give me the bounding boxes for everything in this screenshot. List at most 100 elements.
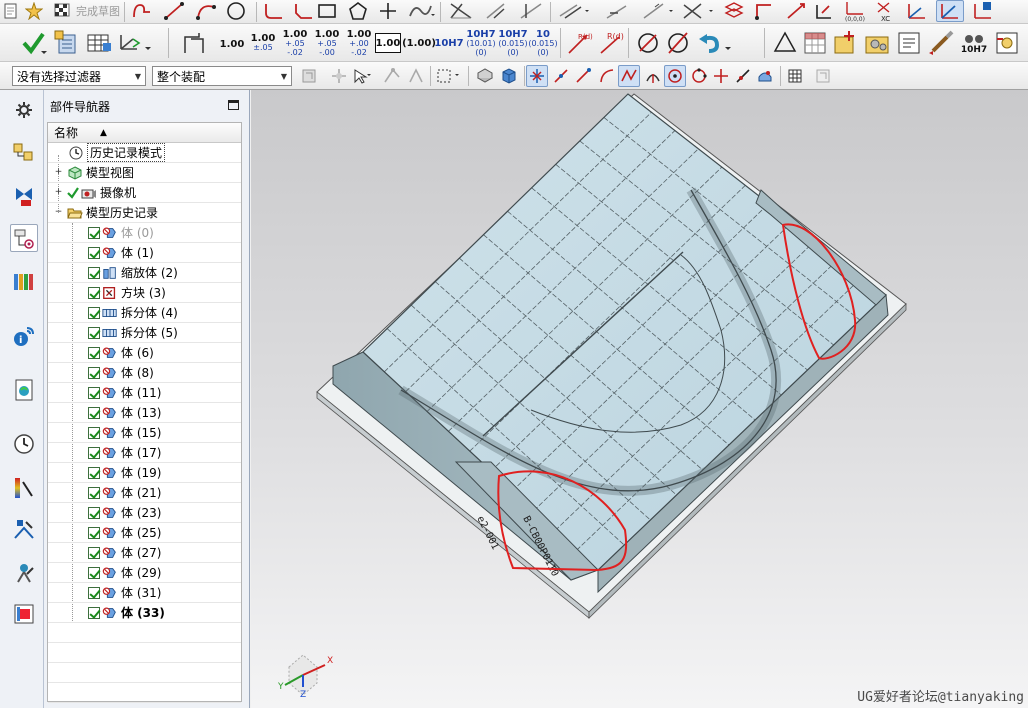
mirror-curve-icon[interactable] [602,0,632,22]
arc-icon[interactable] [194,0,218,22]
tree-node-history-mode[interactable]: 历史记录模式 [48,143,241,163]
datum-feature-icon[interactable] [770,28,800,58]
snap-point-on-surface-icon[interactable] [754,66,776,86]
offset-curve-icon[interactable] [556,0,592,22]
roles-icon[interactable] [10,560,38,588]
extend-icon[interactable] [482,0,512,22]
checkmark-icon[interactable] [18,28,48,58]
assembly-scope-dropdown[interactable]: 整个装配 ▼ [152,66,292,86]
graphics-window[interactable]: e2-001 B-CB00P0110 Y X Z UG爱好者论坛@tianyak… [251,90,1028,708]
diameter-through-icon[interactable] [664,28,692,58]
constraint-navigator-icon[interactable] [10,182,38,210]
system-materials-icon[interactable] [10,474,38,502]
constraint-arrow-icon[interactable] [784,0,808,22]
spline-icon[interactable] [406,0,436,22]
folder-parts-icon[interactable] [862,28,892,58]
derived-lines-icon[interactable] [722,0,746,22]
reference-dimension-button[interactable]: (1.00) [402,33,436,53]
feature-visibility-checkbox[interactable] [88,386,100,399]
chamfer-icon[interactable] [292,0,316,22]
palette-icon[interactable] [10,600,38,628]
feature-visibility-checkbox[interactable] [88,446,100,459]
part-navigator-tab-icon[interactable] [10,224,38,252]
auto-constraint-icon[interactable] [812,0,836,22]
feature-visibility-checkbox[interactable] [88,366,100,379]
snap-intersection-icon[interactable] [618,65,640,87]
radius-dimension-icon[interactable]: R(d) [564,28,594,58]
constraint-icon[interactable] [752,0,776,22]
feature-visibility-checkbox[interactable] [88,326,100,339]
snap-grid-icon[interactable] [784,66,806,86]
pattern-curve-icon[interactable] [640,0,676,22]
maximize-icon[interactable] [228,100,239,110]
feature-row[interactable]: 体 (19) [48,463,241,483]
feature-row[interactable]: 体 (11) [48,383,241,403]
brush-icon[interactable] [926,28,956,58]
feature-row[interactable]: 体 (31) [48,583,241,603]
finish-sketch-button[interactable]: 完成草图 [76,4,120,18]
wcs-origin-icon[interactable]: (0,0,0) [840,0,872,22]
select-parts-icon[interactable] [298,66,320,86]
tolerance-unilateral-plus-button[interactable]: 1.00 +.05 -.00 [312,27,342,59]
tolerance-nominal-button[interactable]: 1.00 [218,32,246,56]
note-icon[interactable] [894,28,924,58]
feature-visibility-checkbox[interactable] [88,406,100,419]
select-face-icon[interactable] [406,66,426,86]
snap-off-icon[interactable] [812,66,834,86]
select-snap-icon[interactable] [328,66,350,86]
general-selection-icon[interactable] [350,66,374,86]
selection-filter-dropdown[interactable]: 没有选择过滤器 ▼ [12,66,146,86]
feature-row[interactable]: 体 (1) [48,243,241,263]
radius-foreshortened-icon[interactable]: R(d) [594,28,628,58]
fit-tolerance-button[interactable]: 10H7 (0.015) (0) [498,27,528,59]
feature-visibility-checkbox[interactable] [88,546,100,559]
feature-visibility-checkbox[interactable] [88,606,100,619]
gear-icon[interactable] [10,96,38,124]
datum-csys-icon[interactable] [114,28,154,58]
snap-arc-center-icon[interactable] [642,66,664,86]
solid-body-icon[interactable] [498,66,520,86]
line-icon[interactable] [162,0,186,22]
fillet-icon[interactable] [262,0,286,22]
feature-row[interactable]: 体 (25) [48,523,241,543]
feature-row[interactable]: 方块 (3) [48,283,241,303]
feature-row[interactable]: 体 (6) [48,343,241,363]
table-edit-icon[interactable] [84,28,114,58]
tolerance-limit-button[interactable]: 1.00 +.05 -.02 [280,27,310,59]
feature-row[interactable]: 体 (21) [48,483,241,503]
feature-row[interactable]: 体 (15) [48,423,241,443]
select-feature-icon[interactable] [380,66,404,86]
collapse-minus-icon[interactable]: − [54,208,63,217]
expand-plus-icon[interactable]: + [54,168,63,177]
undo-arrow-icon[interactable] [694,28,734,58]
wcs-save-icon[interactable] [970,0,996,22]
intersection-point-icon[interactable] [680,0,720,22]
history-clock-icon[interactable] [10,430,38,458]
feature-row[interactable]: 体 (29) [48,563,241,583]
info-broadcast-icon[interactable]: i [10,322,38,350]
fit-callout-button[interactable]: 10H7 [434,33,464,53]
feature-visibility-checkbox[interactable] [88,286,100,299]
tree-node-model-views[interactable]: + 模型视图 [48,163,241,183]
profile-icon[interactable] [130,0,154,22]
feature-visibility-checkbox[interactable] [88,466,100,479]
sketch-icon[interactable] [2,0,20,22]
feature-visibility-checkbox[interactable] [88,586,100,599]
web-browser-icon[interactable] [10,376,38,404]
tolerance-bilateral-button[interactable]: 1.00 ±.05 [248,28,278,58]
snap-control-point-icon[interactable] [572,66,594,86]
reuse-library-icon[interactable] [10,268,38,296]
feature-row[interactable]: 体 (33) [48,603,241,623]
feature-row[interactable]: 体 (8) [48,363,241,383]
feature-visibility-checkbox[interactable] [88,506,100,519]
tree-node-cameras[interactable]: + 摄像机 [48,183,241,203]
dimension-style-icon[interactable] [180,28,210,58]
feature-visibility-checkbox[interactable] [88,306,100,319]
finish-sketch-flag-icon[interactable] [50,0,74,22]
feature-visibility-checkbox[interactable] [88,226,100,239]
hole-callout-button[interactable]: 10H7 [958,28,990,58]
snap-point-on-curve-icon[interactable] [732,66,754,86]
tolerance-unilateral-minus-button[interactable]: 1.00 +.00 -.02 [344,27,374,59]
assembly-navigator-icon[interactable] [10,140,38,168]
process-studio-icon[interactable] [10,516,38,544]
